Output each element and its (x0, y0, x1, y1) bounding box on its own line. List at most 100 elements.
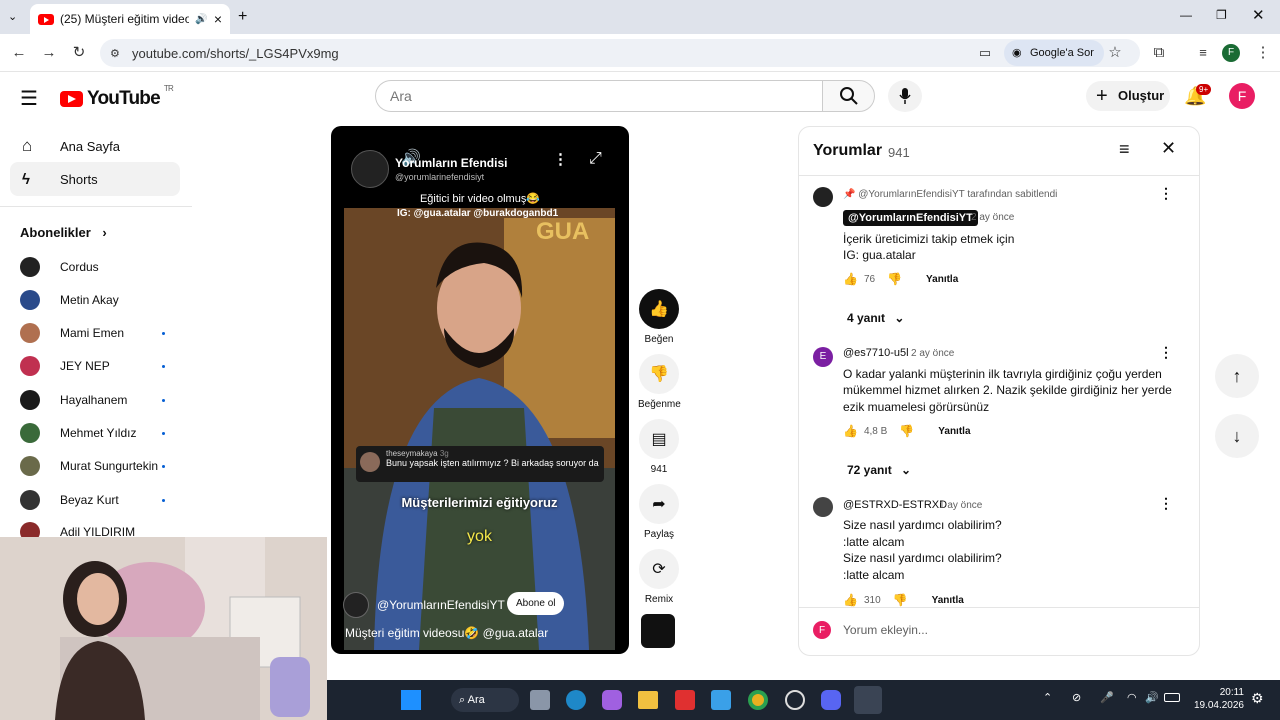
like-icon[interactable]: 👍 (843, 593, 858, 607)
reply-button[interactable]: Yanıtla (938, 426, 970, 437)
comment-author[interactable]: @ESTRXD-ESTRXD (843, 499, 947, 511)
dislike-icon[interactable]: 👎 (887, 272, 902, 286)
subscription-item[interactable]: Murat Sungurtekin (20, 455, 165, 477)
close-window-button[interactable]: ✕ (1252, 6, 1265, 24)
audio-icon[interactable]: 🔊 (195, 14, 207, 25)
share-button[interactable]: ➦ Paylaş (638, 484, 680, 540)
tray-chevron-icon[interactable]: ⌃ (1043, 691, 1052, 704)
comments-button[interactable]: ▤ 941 (638, 419, 680, 475)
shorts-video-player[interactable]: GUA theseymakaya 3g Bunu yapsak işten at… (331, 126, 629, 654)
search-button[interactable] (822, 80, 875, 112)
subscription-item[interactable]: Mehmet Yıldız (20, 422, 165, 444)
replies-toggle[interactable]: 4 yanıt ⌄ (847, 311, 904, 325)
back-icon[interactable]: ← (10, 44, 28, 62)
subscriptions-heading[interactable]: Abonelikler › (20, 225, 107, 240)
wifi-icon[interactable]: ◠ (1127, 691, 1137, 704)
browser-profile-avatar[interactable]: F (1222, 44, 1240, 62)
chrome-active-icon[interactable] (854, 686, 882, 714)
create-button[interactable]: + Oluştur (1086, 81, 1170, 111)
comment-author-badge[interactable]: @YorumlarınEfendisiYT (843, 210, 978, 226)
guide-menu-icon[interactable]: ☰ (20, 86, 38, 111)
dislike-icon[interactable]: 👎 (893, 593, 908, 607)
url-text: youtube.com/shorts/_LGS4PVx9mg (132, 45, 339, 61)
subscription-item[interactable]: Metin Akay (20, 289, 119, 311)
sidebar-item-shorts[interactable]: ϟ Shorts (10, 162, 180, 196)
comment-author[interactable]: @es7710-u5l (843, 347, 909, 359)
comment-more-icon[interactable]: ⋮ (1159, 185, 1173, 202)
subscription-item[interactable]: JEY NEP (20, 355, 165, 377)
comment-avatar[interactable] (813, 187, 833, 207)
google-lens-chip[interactable]: ◉ Google'a Sor (1004, 40, 1104, 66)
site-info-icon[interactable]: ⚙ (110, 47, 120, 60)
windows-start-icon[interactable] (401, 690, 421, 710)
more-icon[interactable]: ⋮ (553, 150, 568, 168)
subscription-item[interactable]: Mami Emen (20, 322, 165, 344)
add-comment-input[interactable]: Yorum ekleyin... (843, 623, 928, 637)
taskview-icon[interactable] (530, 690, 550, 710)
search-input[interactable]: Ara (375, 80, 823, 112)
subscription-item[interactable]: Hayalhanem (20, 389, 165, 411)
store-icon[interactable] (711, 690, 731, 710)
subscribe-button[interactable]: Abone ol (507, 592, 565, 615)
copilot-icon[interactable] (602, 690, 622, 710)
chrome-icon[interactable] (748, 690, 768, 710)
subscription-name: Mami Emen (60, 326, 125, 340)
bookmark-star-icon[interactable]: ☆ (1106, 44, 1124, 62)
file-explorer-icon[interactable] (638, 691, 658, 709)
dislike-button[interactable]: 👎 Beğenme (638, 354, 681, 410)
sort-icon[interactable]: ≡ (1119, 139, 1130, 160)
edge-icon[interactable] (566, 690, 586, 710)
like-button[interactable]: 👍 Beğen (638, 289, 680, 345)
replies-toggle[interactable]: 72 yanıt ⌄ (847, 463, 911, 477)
extensions-icon[interactable]: ⧉ (1150, 44, 1168, 62)
browser-menu-icon[interactable]: ⋮ (1254, 44, 1272, 62)
comment-text: :latte alcam (843, 535, 905, 549)
comment-more-icon[interactable]: ⋮ (1159, 344, 1173, 361)
fullscreen-icon[interactable]: ⤢ (589, 150, 602, 168)
share-label: Paylaş (643, 529, 674, 540)
battery-icon[interactable] (1164, 693, 1180, 702)
speaker-icon[interactable]: 🔊 (1145, 691, 1159, 704)
settings-gear-icon[interactable]: ⚙ (1251, 690, 1264, 707)
voice-search-button[interactable] (888, 80, 922, 112)
comment-avatar[interactable]: E (813, 347, 833, 367)
subscription-name: Mehmet Yıldız (60, 426, 137, 440)
reload-icon[interactable]: ↻ (70, 44, 88, 62)
reading-list-icon[interactable]: ≡ (1194, 44, 1212, 62)
app-icon[interactable] (785, 690, 805, 710)
youtube-logo[interactable]: YouTube TR (60, 84, 174, 110)
reply-button[interactable]: Yanıtla (926, 274, 958, 285)
next-video-button[interactable]: ↓ (1215, 414, 1259, 458)
install-icon[interactable]: ▭ (976, 44, 994, 62)
sidebar-item-home[interactable]: ⌂ Ana Sayfa (10, 129, 180, 163)
network-icon[interactable]: ⊘ (1072, 691, 1081, 704)
comment-more-icon[interactable]: ⋮ (1159, 495, 1173, 512)
like-icon[interactable]: 👍 (843, 272, 858, 286)
tray-mic-icon[interactable]: 🎤 (1100, 691, 1114, 704)
dislike-icon[interactable]: 👎 (899, 424, 914, 438)
minimize-button[interactable]: — (1180, 8, 1192, 22)
account-avatar[interactable]: F (1229, 83, 1255, 109)
taskbar-clock[interactable]: 20:11 19.04.2026 (1192, 686, 1244, 712)
maximize-button[interactable]: ❐ (1216, 8, 1227, 22)
forward-icon[interactable]: → (40, 44, 58, 62)
close-tab-icon[interactable]: × (214, 11, 222, 27)
subscription-item[interactable]: Beyaz Kurt (20, 489, 165, 511)
remix-button[interactable]: ⟳ Remix (638, 549, 680, 605)
subscription-item[interactable]: Cordus (20, 256, 99, 278)
browser-tab[interactable]: (25) Müşteri eğitim videosu 🔊 × (30, 4, 230, 34)
previous-video-button[interactable]: ↑ (1215, 354, 1259, 398)
close-icon[interactable]: ✕ (1161, 138, 1176, 159)
tab-search-icon[interactable]: ⌄ (8, 10, 17, 23)
like-icon[interactable]: 👍 (843, 424, 858, 438)
new-tab-button[interactable]: + (238, 8, 247, 26)
sound-thumbnail[interactable] (641, 614, 675, 648)
comment-avatar[interactable] (813, 497, 833, 517)
author-handle[interactable]: @YorumlarınEfendisiYT (377, 598, 505, 612)
wps-icon[interactable] (675, 690, 695, 710)
subscription-name: JEY NEP (60, 359, 110, 373)
taskbar-search[interactable]: ⌕ Ara (451, 688, 519, 712)
video-title[interactable]: Müşteri eğitim videosu🤣 @gua.atalar (345, 626, 548, 640)
reply-button[interactable]: Yanıtla (932, 595, 964, 606)
discord-icon[interactable] (821, 690, 841, 710)
